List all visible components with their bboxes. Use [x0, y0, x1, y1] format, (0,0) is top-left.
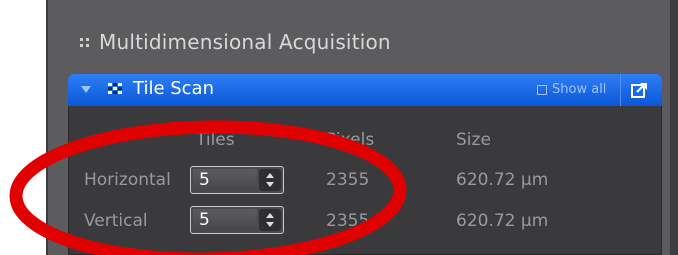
column-header-tiles: Tiles: [196, 130, 235, 150]
horizontal-size: 620.72 µm: [456, 170, 549, 190]
spin-down-icon[interactable]: [266, 222, 274, 227]
grip-icon[interactable]: [80, 37, 89, 47]
panel-title: Tile Scan: [133, 78, 214, 99]
tile-scan-header[interactable]: Tile Scan Show all: [68, 74, 662, 106]
popout-icon[interactable]: [630, 81, 648, 99]
vertical-pixels: 2355: [326, 211, 370, 231]
horizontal-pixels: 2355: [326, 170, 370, 190]
row-label-vertical: Vertical: [84, 211, 148, 231]
header-divider: [620, 74, 621, 106]
horizontal-tiles-spin[interactable]: [259, 169, 281, 191]
horizontal-tiles-input[interactable]: 5: [193, 169, 257, 191]
vertical-tiles-spin[interactable]: [259, 209, 281, 231]
section-title: Multidimensional Acquisition: [80, 27, 391, 57]
vertical-tiles-stepper[interactable]: 5: [190, 206, 284, 234]
spin-down-icon[interactable]: [266, 182, 274, 187]
show-all-toggle[interactable]: Show all: [537, 82, 606, 97]
vertical-tiles-input[interactable]: 5: [193, 209, 257, 231]
vertical-size: 620.72 µm: [456, 211, 549, 231]
horizontal-tiles-stepper[interactable]: 5: [190, 166, 284, 194]
collapse-arrow-icon[interactable]: [81, 86, 91, 93]
tile-grid-icon: [108, 83, 124, 97]
spin-up-icon[interactable]: [266, 213, 274, 218]
spin-up-icon[interactable]: [266, 173, 274, 178]
window-right-edge: [670, 0, 678, 255]
show-all-checkbox[interactable]: [537, 84, 547, 95]
row-label-horizontal: Horizontal: [84, 170, 171, 190]
column-header-size: Size: [456, 130, 491, 150]
section-title-label: Multidimensional Acquisition: [99, 30, 391, 54]
column-header-pixels: Pixels: [326, 130, 375, 150]
show-all-label: Show all: [552, 82, 607, 97]
